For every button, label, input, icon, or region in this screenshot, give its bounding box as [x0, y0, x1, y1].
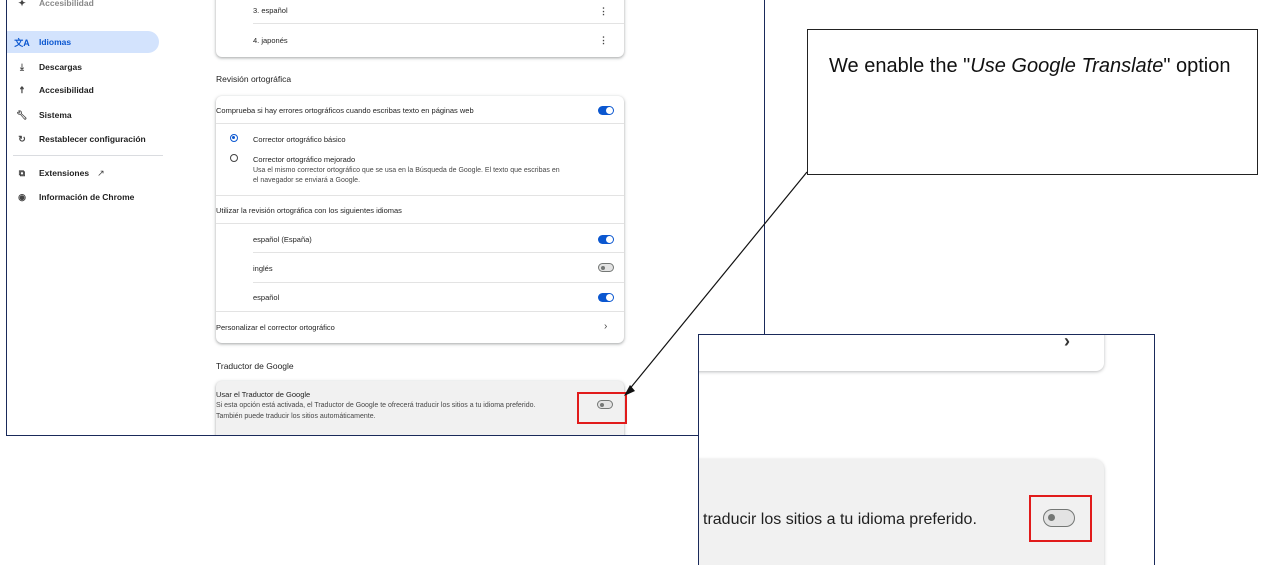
- arrow-head-icon: [624, 385, 635, 396]
- zoomed-highlight-box: [1029, 495, 1092, 542]
- zoom-inset: › traducir los sitios a tu idioma prefer…: [698, 334, 1155, 565]
- zoomed-translate-text: traducir los sitios a tu idioma preferid…: [703, 511, 977, 528]
- chevron-right-icon: ›: [1064, 334, 1070, 351]
- zoomed-card: [699, 335, 1104, 371]
